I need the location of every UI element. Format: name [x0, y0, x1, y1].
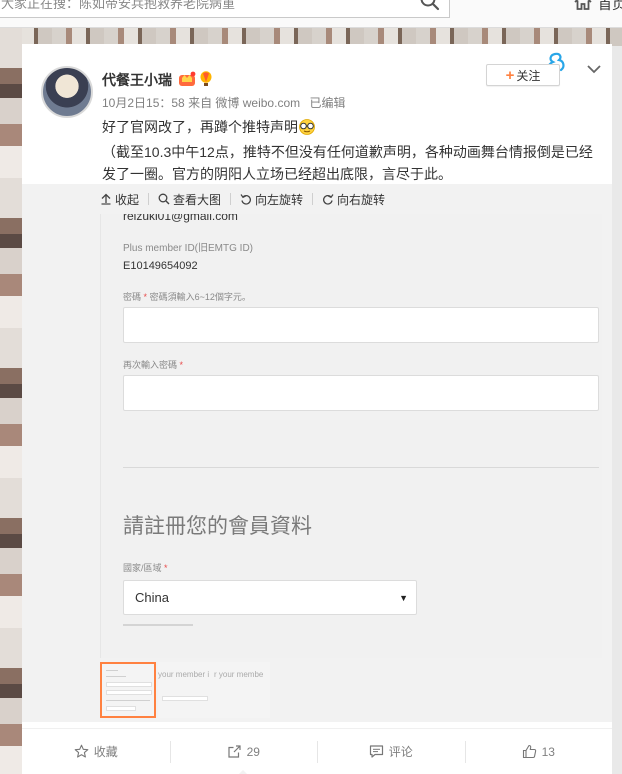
background-side-image — [0, 28, 22, 774]
media-toolbar: 收起 查看大图 向左旋转 向右旋转 — [22, 184, 612, 214]
star-icon — [74, 744, 89, 758]
required-mark: * — [179, 360, 184, 370]
thumbs-up-icon — [522, 744, 536, 759]
comment-label: 评论 — [388, 745, 413, 759]
collapse-up-icon — [101, 193, 111, 205]
caret-down-icon: ▼ — [399, 592, 408, 603]
member-id-value: E10149654092 — [123, 260, 198, 272]
media-viewer: 收起 查看大图 向左旋转 向右旋转 reizuki01@gmail.com Pl… — [22, 184, 612, 722]
password-confirm-field — [123, 375, 599, 411]
post-content: 好了官网改了，再蹲个推特声明 （截至10.3中午12点，推特不但没有任何道歉声明… — [102, 116, 602, 185]
like-button[interactable]: 13 — [464, 740, 613, 763]
rotate-right-button[interactable]: 向右旋转 — [322, 191, 385, 208]
password-label-row: 密碼 * 密碼須輸入6~12個字元。 — [123, 290, 251, 303]
rotate-left-icon — [240, 194, 251, 205]
password-label: 密碼 — [123, 292, 142, 302]
post-source-link[interactable]: 微博 weibo.com — [215, 96, 300, 110]
search-placeholder-text: 大家正在搜：陈如帝安兵抱救养老院病重 — [1, 0, 236, 11]
repost-icon — [227, 745, 241, 758]
thumbnail-2[interactable]: your member i — [158, 662, 214, 718]
comment-icon — [369, 745, 383, 758]
balloon-badge-icon[interactable] — [199, 71, 213, 92]
rotate-left-label: 向左旋转 — [255, 192, 304, 207]
rotate-right-label: 向右旋转 — [337, 192, 386, 207]
home-link[interactable]: 首页 — [573, 0, 622, 14]
glasses-emoji-icon — [298, 119, 316, 141]
country-value: China — [135, 590, 169, 605]
repost-button[interactable]: 29 — [169, 740, 318, 774]
magnifier-icon — [158, 193, 170, 205]
home-label: 首页 — [598, 0, 622, 12]
view-large-button[interactable]: 查看大图 — [158, 191, 221, 208]
search-icon[interactable] — [419, 0, 441, 12]
toolbar-divider — [312, 193, 314, 205]
favorite-button[interactable]: 收藏 — [22, 741, 170, 763]
edited-label[interactable]: 已编辑 — [309, 96, 345, 110]
toolbar-divider — [148, 193, 150, 205]
country-label: 國家/區域 — [123, 563, 162, 573]
post-image[interactable]: reizuki01@gmail.com Plus member ID(旧EMTG… — [100, 214, 602, 658]
collapse-button[interactable]: 收起 — [100, 191, 139, 208]
email-value: reizuki01@gmail.com — [123, 214, 238, 223]
rotate-right-icon — [323, 194, 334, 205]
username-link[interactable]: 代餐王小瑞 — [102, 70, 172, 90]
post-text-line-1: 好了官网改了，再蹲个推特声明 — [102, 116, 602, 141]
favorite-label: 收藏 — [93, 745, 118, 759]
member-id-label: Plus member ID(旧EMTG ID) — [123, 243, 254, 254]
required-mark: * — [164, 563, 168, 573]
home-icon — [573, 0, 593, 16]
thumbnail-3[interactable]: r your membe — [214, 662, 270, 718]
like-count: 13 — [541, 744, 555, 759]
password-hint: 密碼須輸入6~12個字元。 — [149, 292, 251, 302]
collapse-label: 收起 — [115, 192, 140, 207]
comment-button[interactable]: 评论 — [317, 740, 465, 763]
country-label-row: 國家/區域 * — [123, 561, 168, 574]
plus-icon: + — [505, 66, 515, 84]
post-action-bar: 收藏 29 评论 13 — [22, 728, 612, 774]
post-timestamp[interactable]: 10月2日15：58 — [102, 96, 185, 110]
password-confirm-label: 再次輸入密碼 — [123, 360, 178, 370]
chevron-down-icon[interactable] — [585, 61, 603, 77]
follow-button[interactable]: + 关注 — [486, 64, 560, 86]
search-input[interactable]: 大家正在搜：陈如帝安兵抱救养老院病重 — [0, 0, 450, 18]
weibo-post-card: 代餐王小瑞 10月2日15：58 来自 微博 weibo.com 已编辑 + 关… — [22, 44, 612, 774]
post-meta: 10月2日15：58 来自 微博 weibo.com 已编辑 — [102, 94, 345, 111]
thumbnail-3-caption: r your membe — [214, 670, 264, 679]
post-source-prefix: 来自 — [188, 96, 213, 110]
password-confirm-label-row: 再次輸入密碼 * — [123, 358, 183, 371]
thumbnail-strip: your member i r your membe — [100, 662, 400, 722]
cropped-text-fragment — [123, 624, 193, 626]
toolbar-divider — [230, 193, 232, 205]
view-large-label: 查看大图 — [173, 192, 222, 207]
country-select: China ▼ — [123, 580, 417, 615]
avatar[interactable] — [41, 66, 93, 118]
section-divider — [123, 467, 599, 468]
password-field — [123, 307, 599, 343]
post-text-line-2: （截至10.3中午12点，推特不但没有任何道歉声明，各种动画舞台情报倒是已经发了… — [102, 144, 593, 182]
rotate-left-button[interactable]: 向左旋转 — [240, 191, 303, 208]
follow-label: 关注 — [516, 68, 541, 83]
required-mark: * — [143, 292, 148, 302]
thumbnail-2-caption: your member i — [158, 670, 210, 679]
top-search-bar: 大家正在搜：陈如帝安兵抱救养老院病重 首页 — [0, 0, 622, 28]
thumbnail-1[interactable] — [100, 662, 156, 718]
repost-count: 29 — [246, 744, 260, 759]
vip-crown-icon[interactable] — [178, 71, 196, 92]
section-title: 請註冊您的會員資料 — [123, 515, 312, 538]
